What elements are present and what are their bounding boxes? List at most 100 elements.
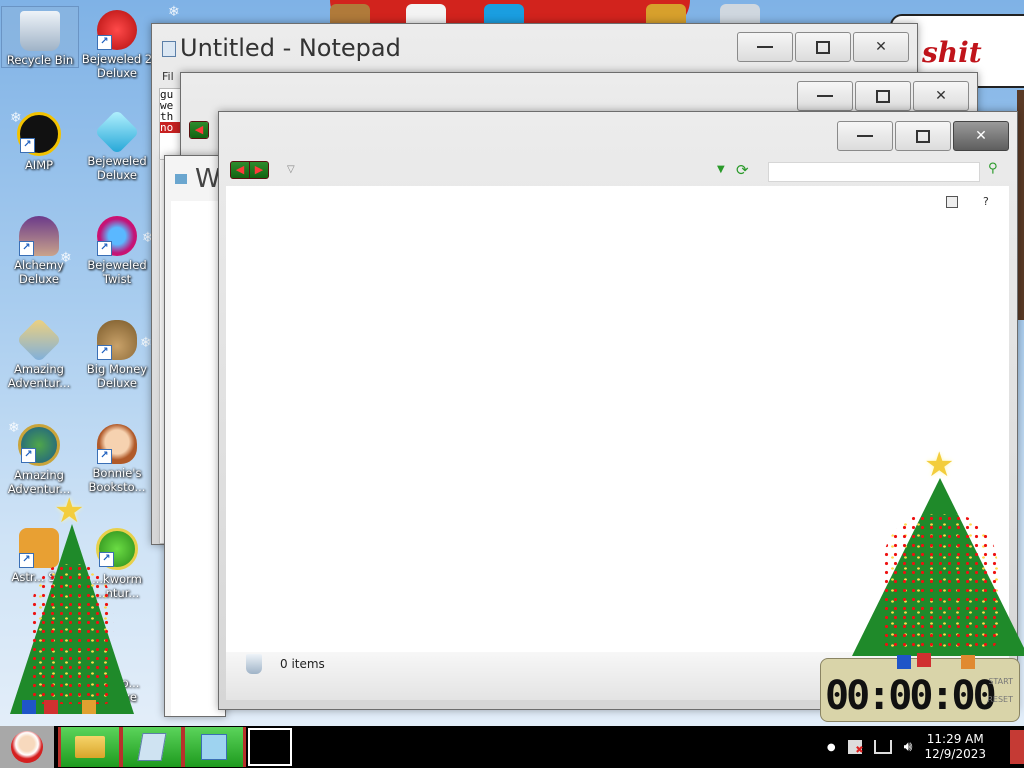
minimize-button[interactable] <box>837 121 893 151</box>
desktop-icon-label: Amazing Adventur... <box>7 362 71 390</box>
desktop-icon-label: Bejeweled Twist <box>87 258 147 286</box>
desktop-icon-label: Recycle Bin <box>6 53 74 67</box>
desktop-icon-label: Bejeweled 2 Deluxe <box>81 52 153 80</box>
nav-buttons: ◀ <box>189 121 209 139</box>
caption-buttons: ✕ <box>797 81 969 111</box>
santa-icon <box>11 731 43 763</box>
address-dropdown-icon[interactable]: ▼ <box>717 164 725 175</box>
close-icon: ✕ <box>975 128 987 144</box>
minimize-button[interactable] <box>737 32 793 62</box>
item-count: 0 items <box>280 657 325 671</box>
aimp-icon: ↗ <box>17 112 61 156</box>
desktop-icon-bonnies-bookstore[interactable]: ↗ Bonnie's Booksto... <box>79 420 155 494</box>
amazing-adventures-globe-icon: ↗ <box>18 424 60 466</box>
desktop-icon-label: Bejeweled Deluxe <box>87 154 147 182</box>
close-icon: ✕ <box>875 39 887 55</box>
gift-icon <box>917 653 931 667</box>
window-content <box>171 201 225 716</box>
back-button[interactable]: ◀ <box>231 162 250 178</box>
caption-buttons: ✕ <box>737 32 909 62</box>
start-button[interactable] <box>0 726 54 768</box>
minimize-icon <box>857 135 873 137</box>
desktop-icon-label: Bonnie's Booksto... <box>88 466 146 494</box>
network-icon[interactable] <box>873 740 892 754</box>
desktop-icon-label: Big Money Deluxe <box>86 362 148 390</box>
minimize-button[interactable] <box>797 81 853 111</box>
recent-pages-icon[interactable]: ▽ <box>287 164 295 175</box>
desktop-icon-label: AIMP <box>24 158 54 172</box>
taskbar-item-notepad[interactable] <box>120 727 184 767</box>
back-button[interactable]: ◀ <box>190 122 208 138</box>
star-icon: ★ <box>924 445 955 485</box>
search-icon[interactable]: ⚲ <box>988 161 998 176</box>
maximize-icon <box>876 89 890 103</box>
close-button[interactable]: ✕ <box>853 32 909 62</box>
desktop-icon-bejeweled-twist[interactable]: ↗ Bejeweled Twist <box>79 212 155 286</box>
notepad-icon <box>137 733 167 761</box>
recycle-bin-icon <box>246 654 262 674</box>
amazing-adventures-icon <box>16 317 62 363</box>
tray-dot-icon[interactable]: ● <box>827 742 836 753</box>
preview-pane-icon[interactable] <box>946 196 958 208</box>
window-title: Untitled - Notepad <box>180 34 401 62</box>
timer-start-button[interactable]: START <box>988 677 1013 686</box>
system-tray: ● ✖ 🔊︎ 11:29 AM 12/9/2023 <box>827 726 986 768</box>
maximize-button[interactable] <box>895 121 951 151</box>
snowflake-icon: ❄ <box>168 4 180 20</box>
search-input[interactable] <box>768 162 980 182</box>
minimize-icon <box>757 46 773 48</box>
refresh-icon[interactable]: ⟳ <box>736 161 749 179</box>
forward-button[interactable]: ▶ <box>250 162 268 178</box>
desktop-icon-bejeweled[interactable]: Bejeweled Deluxe <box>79 108 155 182</box>
close-button[interactable]: ✕ <box>953 121 1009 151</box>
taskbar: ● ✖ 🔊︎ 11:29 AM 12/9/2023 <box>0 726 1024 768</box>
taskbar-item-app[interactable] <box>182 727 246 767</box>
gift-icon <box>82 700 96 714</box>
notepad-titlebar[interactable]: Untitled - Notepad ✕ <box>152 24 917 72</box>
nav-buttons: ◀ ▶ <box>230 161 269 179</box>
taskbar-item-explorer[interactable] <box>58 727 122 767</box>
close-button[interactable]: ✕ <box>913 81 969 111</box>
desktop-icon-alchemy[interactable]: ↗ Alchemy Deluxe <box>1 212 77 286</box>
recycle-bin-icon <box>20 11 60 51</box>
timer-widget[interactable]: 00:00:00 START RESET <box>820 653 1020 722</box>
desktop-icon-aimp[interactable]: ↗ AIMP <box>1 108 77 172</box>
alchemy-icon: ↗ <box>19 216 59 256</box>
maximize-icon <box>916 129 930 143</box>
window-title: W <box>195 164 221 194</box>
timer-display: 00:00:00 <box>825 673 997 719</box>
tree-lights <box>882 514 998 650</box>
clock-time: 11:29 AM <box>926 732 984 746</box>
desktop-icon-recycle-bin[interactable]: Recycle Bin <box>1 6 79 68</box>
app-window-icon <box>201 734 227 760</box>
desktop-icon-amazing-adventures-2[interactable]: ↗ Amazing Adventur... <box>1 420 77 496</box>
decor-strip <box>1017 90 1024 320</box>
maximize-button[interactable] <box>795 32 851 62</box>
action-center-flag-icon[interactable]: ✖ <box>847 740 864 756</box>
maximize-icon <box>816 40 830 54</box>
timer-reset-button[interactable]: RESET <box>987 695 1013 704</box>
bejeweled-2-icon: ↗ <box>97 10 137 50</box>
taskbar-item-blank[interactable] <box>248 728 292 766</box>
show-desktop-button[interactable] <box>1010 730 1024 764</box>
gift-icon <box>22 700 36 714</box>
menu-item-file[interactable]: Fil <box>162 70 174 83</box>
window-icon <box>175 174 187 184</box>
desktop-icon-big-money[interactable]: ↗ Big Money Deluxe <box>79 316 155 390</box>
money-bag-icon: ↗ <box>97 320 137 360</box>
caption-buttons: ✕ <box>837 121 1009 151</box>
back-window[interactable]: W <box>164 155 226 717</box>
bejeweled-icon <box>94 109 140 155</box>
clock[interactable]: 11:29 AM 12/9/2023 <box>924 732 986 762</box>
clock-date: 12/9/2023 <box>924 747 986 761</box>
volume-icon[interactable]: 🔊︎ <box>904 739 913 755</box>
desktop-icon-amazing-adventures[interactable]: Amazing Adventur... <box>1 316 77 390</box>
gift-icon <box>961 655 975 669</box>
desktop-icon-label: Alchemy Deluxe <box>14 258 64 286</box>
close-icon: ✕ <box>935 88 947 104</box>
desktop-icon-bejeweled-2[interactable]: ↗ Bejeweled 2 Deluxe <box>79 6 155 80</box>
help-button[interactable]: ? <box>983 195 989 208</box>
maximize-button[interactable] <box>855 81 911 111</box>
notepad-icon <box>162 41 176 57</box>
bonnie-icon: ↗ <box>97 424 137 464</box>
